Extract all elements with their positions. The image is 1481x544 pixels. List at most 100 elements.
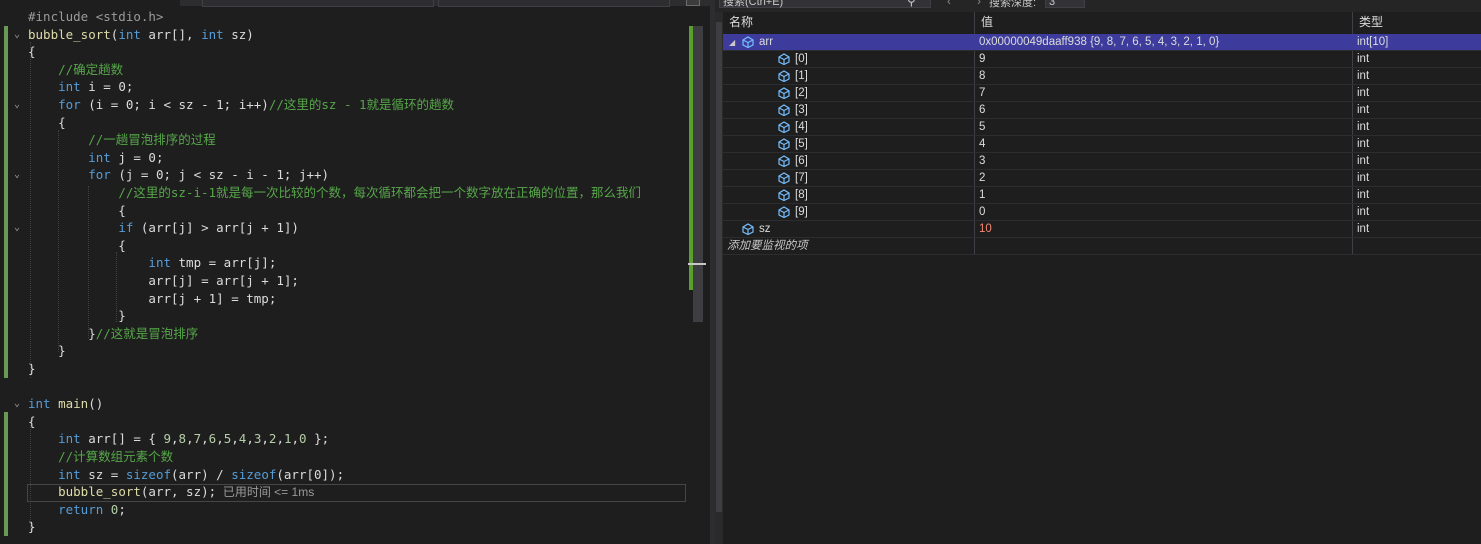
search-depth-select[interactable]: 3	[1045, 0, 1085, 8]
watch-row[interactable]: [3] 6 int	[723, 102, 1481, 119]
search-back-icon[interactable]: ‹	[947, 0, 951, 8]
variable-cube-icon	[777, 70, 791, 83]
fold-toggle-icon[interactable]: ⌄	[14, 96, 24, 113]
watch-row[interactable]: [1] 8 int	[723, 68, 1481, 85]
watch-row[interactable]: [9] 0 int	[723, 204, 1481, 221]
watch-type-cell: int	[1357, 223, 1370, 235]
variable-cube-icon	[777, 104, 791, 117]
search-forward-icon[interactable]: ›	[977, 0, 981, 8]
watch-scrollbar-thumb[interactable]	[716, 22, 722, 512]
watch-value-cell[interactable]: 9	[979, 51, 1355, 68]
watch-value-cell[interactable]: 8	[979, 68, 1355, 85]
add-watch-item[interactable]: 添加要监视的项	[723, 238, 1481, 255]
watch-row[interactable]: ◢ arr 0x00000049daaff938 {9, 8, 7, 6, 5, 4…	[723, 34, 1481, 51]
code-token: ,	[201, 431, 209, 447]
tab-dropdown-button[interactable]	[686, 0, 700, 6]
watch-name-label: [5]	[795, 138, 808, 150]
scrollbar-track[interactable]	[693, 26, 703, 322]
code-token: arr[j + 1] = tmp;	[28, 290, 277, 306]
code-token: (arr) /	[171, 466, 232, 482]
watch-value-cell[interactable]: 4	[979, 136, 1355, 153]
column-header-type[interactable]: 类型	[1353, 12, 1481, 32]
watch-value-cell[interactable]: 5	[979, 119, 1355, 136]
code-text: for (i = 0; i < sz - 1; i++)//这里的sz - 1就…	[28, 96, 454, 113]
watch-row[interactable]: sz 10 int	[723, 221, 1481, 238]
search-icon[interactable]: ⚲	[907, 0, 923, 8]
code-text: int i = 0;	[28, 78, 133, 95]
watch-name-label: [2]	[795, 87, 808, 99]
variable-cube-icon	[777, 206, 791, 219]
watch-value-cell[interactable]: 0	[979, 204, 1355, 221]
watch-row[interactable]: [0] 9 int	[723, 51, 1481, 68]
watch-value-cell[interactable]: 10	[979, 221, 1355, 238]
code-text: }	[28, 342, 66, 359]
change-indicator	[4, 412, 8, 536]
watch-value-cell[interactable]: 7	[979, 85, 1355, 102]
editor-tab[interactable]	[438, 0, 670, 7]
code-text: bubble_sort(int arr[], int sz)	[28, 26, 254, 43]
watch-row[interactable]: [8] 1 int	[723, 187, 1481, 204]
indent-guide	[116, 252, 117, 322]
column-header-name[interactable]: 名称	[723, 12, 975, 32]
editor-tab[interactable]	[202, 0, 434, 7]
code-text: return 0;	[28, 501, 126, 518]
code-token: ,	[291, 431, 300, 447]
fold-toggle-icon[interactable]: ⌄	[14, 395, 24, 412]
variable-cube-icon	[777, 53, 791, 66]
watch-value-cell[interactable]: 6	[979, 102, 1355, 119]
code-token: 1	[283, 431, 292, 447]
code-token: (i = 0; i < sz - 1; i++)	[80, 97, 269, 112]
fold-toggle-icon[interactable]: ⌄	[14, 166, 24, 183]
watch-value-cell[interactable]: 2	[979, 170, 1355, 187]
watch-name-cell: ◢ arr	[723, 34, 975, 51]
watch-value-cell[interactable]: 0x00000049daaff938 {9, 8, 7, 6, 5, 4, 3,…	[979, 34, 1355, 51]
code-token: int	[148, 255, 171, 271]
watch-name-label: [0]	[795, 53, 808, 65]
scrollbar-caret-marker	[688, 263, 706, 265]
code-token: 9	[163, 431, 172, 447]
watch-type-cell: int	[1357, 70, 1370, 82]
variable-cube-icon	[777, 172, 791, 185]
code-text: if (arr[j] > arr[j + 1])	[28, 219, 299, 236]
code-token: //这里的sz-i-1就是每一次比较的个数，每次循环都会把一个数字放在正确的位置…	[118, 185, 642, 200]
watch-search-input[interactable]: 搜索(Ctrl+E)	[719, 0, 931, 8]
fold-toggle-icon[interactable]: ⌄	[14, 219, 24, 236]
watch-value-cell[interactable]: 3	[979, 153, 1355, 170]
code-token: int	[58, 79, 81, 95]
change-indicator	[4, 26, 8, 378]
collapse-triangle-icon[interactable]: ◢	[729, 34, 735, 51]
watch-name-cell: [9]	[723, 204, 975, 221]
watch-value-cell[interactable]: 1	[979, 187, 1355, 204]
code-text: for (j = 0; j < sz - i - 1; j++)	[28, 166, 329, 183]
watch-row[interactable]: [2] 7 int	[723, 85, 1481, 102]
watch-type-cell: int	[1357, 206, 1370, 218]
column-header-value[interactable]: 值	[975, 12, 1353, 32]
watch-name-cell: [2]	[723, 85, 975, 102]
watch-row[interactable]: [5] 4 int	[723, 136, 1481, 153]
code-editor[interactable]: #include <stdio.h> ⌄ bubble_sort(int arr[]…	[0, 0, 710, 544]
code-text: int sz = sizeof(arr) / sizeof(arr[0]);	[28, 466, 344, 483]
code-token: sizeof	[231, 466, 277, 482]
watch-row[interactable]: [6] 3 int	[723, 153, 1481, 170]
code-token: (arr[j] > arr[j + 1])	[133, 220, 299, 236]
watch-name-label: arr	[759, 36, 774, 48]
current-line-highlight	[27, 484, 686, 502]
code-token: int	[58, 466, 81, 482]
watch-name-cell: [7]	[723, 170, 975, 187]
code-token: }	[28, 325, 96, 341]
fold-toggle-icon[interactable]: ⌄	[14, 26, 24, 43]
code-token: ,	[216, 431, 224, 447]
code-token: arr[] = {	[80, 431, 164, 447]
watch-row[interactable]: [7] 2 int	[723, 170, 1481, 187]
code-text: #include <stdio.h>	[28, 8, 163, 25]
watch-scrollbar[interactable]	[715, 12, 723, 544]
watch-row[interactable]: [4] 5 int	[723, 119, 1481, 136]
code-text: //确定趟数	[28, 61, 123, 78]
code-token: {	[28, 114, 66, 130]
code-token: ,	[276, 431, 284, 447]
watch-type-cell: int	[1357, 172, 1370, 184]
code-text: {	[28, 237, 126, 254]
